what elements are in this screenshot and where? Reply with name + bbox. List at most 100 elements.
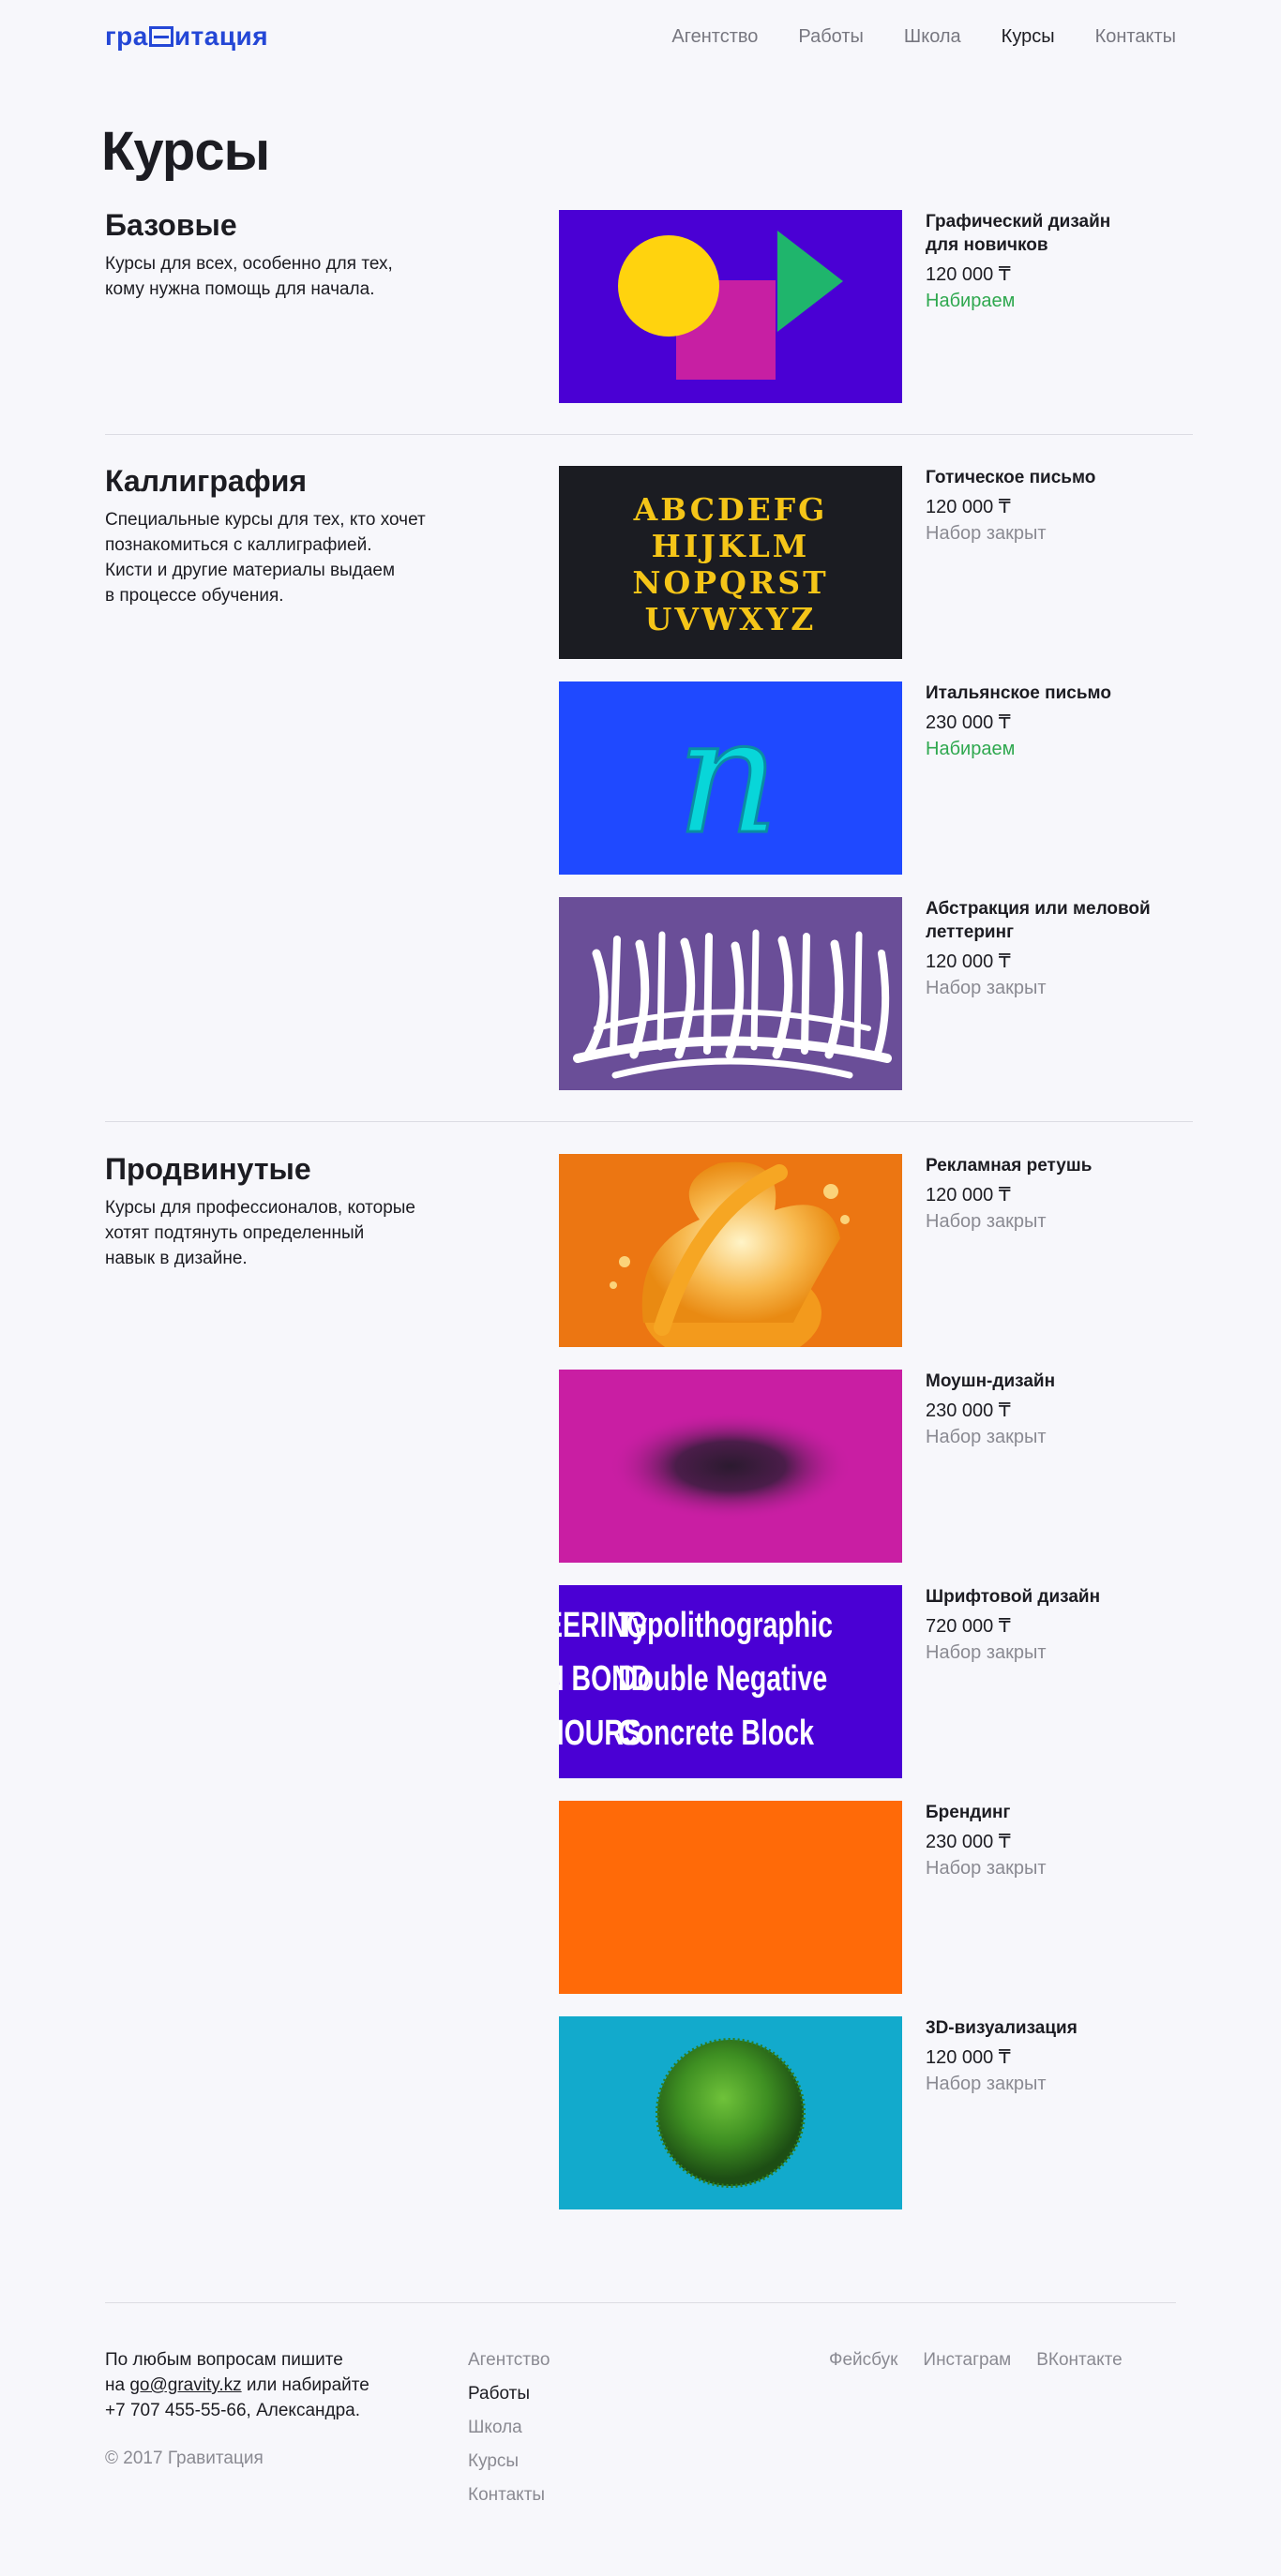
gothic-row-4: UVWXYZ <box>645 601 817 637</box>
course-status: Набор закрыт <box>926 1858 1047 1879</box>
section-title-calligraphy: Каллиграфия <box>105 464 308 498</box>
page-title: Курсы <box>101 121 270 182</box>
course-info-gothic: Готическое письмо 120 000 ₸ Набор закрыт <box>926 466 1179 546</box>
footer-nav-school[interactable]: Школа <box>468 2415 550 2440</box>
footer-divider <box>105 2302 1176 2303</box>
course-image-3d[interactable] <box>559 2016 902 2209</box>
grass-sphere-image <box>559 2016 902 2209</box>
course-info-graphic-design: Графический дизайн для новичков 120 000 … <box>926 210 1179 313</box>
gothic-row-2: HIJKLM <box>652 528 810 564</box>
course-image-retouch[interactable] <box>559 1154 902 1347</box>
course-price: 120 000 ₸ <box>926 264 1011 285</box>
course-name[interactable]: Абстракция или меловой леттеринг <box>926 899 1151 942</box>
italic-n-image: n <box>559 681 902 875</box>
arabic-calligraphy-image <box>559 897 902 1090</box>
course-image-italic[interactable]: n <box>559 681 902 875</box>
course-name[interactable]: Готическое письмо <box>926 468 1095 487</box>
course-name[interactable]: Моушн-дизайн <box>926 1371 1055 1391</box>
footer-nav-courses[interactable]: Курсы <box>468 2449 550 2474</box>
site-header: гра итация Агентство Работы Школа Курсы К… <box>0 0 1281 77</box>
footer-nav: Агентство Работы Школа Курсы Контакты <box>468 2347 550 2508</box>
contact-line-3: +7 707 455-55-66, Александра. <box>105 2401 361 2420</box>
footer-contact: По любым вопросам пишите на go@gravity.k… <box>105 2347 369 2423</box>
logo-mark-icon <box>148 26 173 47</box>
gothic-row-3: NOPQRST <box>632 564 828 601</box>
main-nav: Агентство Работы Школа Курсы Контакты <box>671 26 1176 48</box>
section-divider <box>105 434 1193 435</box>
course-name[interactable]: Графический дизайн для новичков <box>926 212 1110 255</box>
course-info-retouch: Рекламная ретушь 120 000 ₸ Набор закрыт <box>926 1154 1179 1234</box>
section-desc-calligraphy: Специальные курсы для тех, кто хочет поз… <box>105 510 426 606</box>
course-info-branding: Брендинг 230 000 ₸ Набор закрыт <box>926 1801 1179 1880</box>
section-desc-advanced: Курсы для профессионалов, которые хотят … <box>105 1198 415 1268</box>
logo-text-start: гра <box>105 22 148 51</box>
gothic-letters-image: ABCDEFG HIJKLM NOPQRST UVWXYZ <box>559 466 902 659</box>
nav-item-courses[interactable]: Курсы <box>1002 26 1055 48</box>
contact-line-2: на go@gravity.kz или набирайте <box>105 2373 369 2398</box>
course-status: Набор закрыт <box>926 1427 1047 1447</box>
course-info-3d: 3D-визуализация 120 000 ₸ Набор закрыт <box>926 2016 1179 2096</box>
orange-block-image <box>559 1801 902 1994</box>
course-info-italic: Итальянское письмо 230 000 ₸ Набираем <box>926 681 1179 761</box>
type-sample-right-2: Double Negative <box>618 1659 827 1699</box>
course-status: Набор закрыт <box>926 2074 1047 2094</box>
course-status: Набор закрыт <box>926 1211 1047 1232</box>
course-info-chalk-lettering: Абстракция или меловой леттеринг 120 000… <box>926 897 1179 1000</box>
social-link-instagram[interactable]: Инстаграм <box>923 2347 1011 2373</box>
course-image-motion[interactable] <box>559 1370 902 1563</box>
course-price: 120 000 ₸ <box>926 951 1011 972</box>
course-status: Набор закрыт <box>926 978 1047 998</box>
nav-item-agency[interactable]: Агентство <box>671 26 758 48</box>
course-price: 720 000 ₸ <box>926 1616 1011 1637</box>
course-name[interactable]: 3D-визуализация <box>926 2018 1078 2038</box>
footer-nav-agency[interactable]: Агентство <box>468 2347 550 2373</box>
orange-splash-image <box>559 1154 902 1347</box>
contact-prefix: на <box>105 2375 130 2395</box>
shapes-image <box>559 210 902 403</box>
section-divider <box>105 1121 1193 1122</box>
email-link[interactable]: go@gravity.kz <box>129 2375 241 2395</box>
section-desc-basic: Курсы для всех, особенно для тех, кому н… <box>105 254 393 299</box>
course-name[interactable]: Рекламная ретушь <box>926 1156 1092 1176</box>
course-status: Набор закрыт <box>926 1642 1047 1663</box>
logo-text-end: итация <box>173 22 269 51</box>
social-links: Фейсбук Инстаграм ВКонтакте <box>829 2347 1123 2373</box>
course-info-type-design: Шрифтовой дизайн 720 000 ₸ Набор закрыт <box>926 1585 1179 1665</box>
course-name[interactable]: Шрифтовой дизайн <box>926 1587 1100 1607</box>
course-price: 120 000 ₸ <box>926 2047 1011 2068</box>
course-name[interactable]: Итальянское письмо <box>926 683 1111 703</box>
blur-blob-image <box>559 1370 902 1563</box>
social-link-vkontakte[interactable]: ВКонтакте <box>1036 2347 1122 2373</box>
site-logo[interactable]: гра итация <box>105 22 268 52</box>
typography-image: EERING N BOND HOURS Typolithographic Dou… <box>559 1585 902 1778</box>
type-sample-right-1: Typolithographic <box>618 1606 833 1645</box>
section-title-basic: Базовые <box>105 208 237 242</box>
footer-nav-works[interactable]: Работы <box>468 2381 550 2406</box>
course-image-branding[interactable] <box>559 1801 902 1994</box>
course-image-type-design[interactable]: EERING N BOND HOURS Typolithographic Dou… <box>559 1585 902 1778</box>
gothic-row-1: ABCDEFG <box>633 491 828 528</box>
course-price: 120 000 ₸ <box>926 497 1011 517</box>
copyright: © 2017 Гравитация <box>105 2449 264 2468</box>
course-status: Набор закрыт <box>926 523 1047 544</box>
course-price: 230 000 ₸ <box>926 712 1011 733</box>
nav-item-contacts[interactable]: Контакты <box>1095 26 1176 48</box>
course-image-gothic[interactable]: ABCDEFG HIJKLM NOPQRST UVWXYZ <box>559 466 902 659</box>
course-status: Набираем <box>926 739 1016 759</box>
nav-item-works[interactable]: Работы <box>798 26 863 48</box>
course-price: 230 000 ₸ <box>926 1832 1011 1852</box>
footer-nav-contacts[interactable]: Контакты <box>468 2482 550 2508</box>
course-image-chalk-lettering[interactable] <box>559 897 902 1090</box>
course-price: 120 000 ₸ <box>926 1185 1011 1206</box>
social-link-facebook[interactable]: Фейсбук <box>829 2347 897 2373</box>
contact-suffix: или набирайте <box>241 2375 369 2395</box>
course-image-graphic-design[interactable] <box>559 210 902 403</box>
course-price: 230 000 ₸ <box>926 1400 1011 1421</box>
section-title-advanced: Продвинутые <box>105 1152 311 1186</box>
course-name[interactable]: Брендинг <box>926 1803 1010 1822</box>
contact-line-1: По любым вопросам пишите <box>105 2350 343 2370</box>
course-status: Набираем <box>926 291 1016 311</box>
type-sample-right-3: Concrete Block <box>618 1714 814 1753</box>
course-info-motion: Моушн-дизайн 230 000 ₸ Набор закрыт <box>926 1370 1179 1449</box>
nav-item-school[interactable]: Школа <box>904 26 961 48</box>
